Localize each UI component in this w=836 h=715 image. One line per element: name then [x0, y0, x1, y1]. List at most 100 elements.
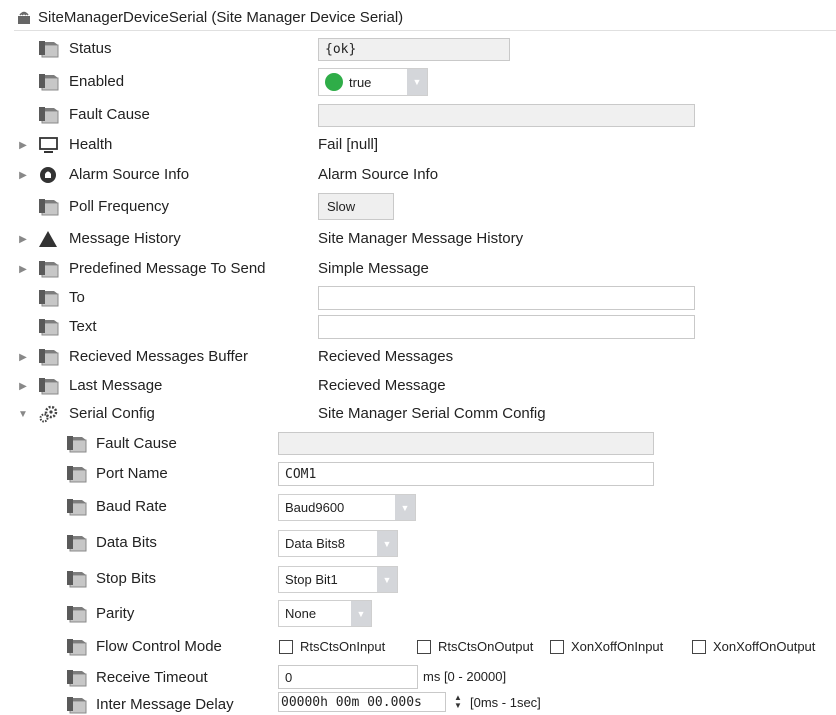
row-stop-bits: Stop Bits Stop Bit1 ▼ — [0, 561, 836, 597]
parity-select[interactable]: None ▼ — [278, 600, 372, 627]
expand-icon[interactable]: ▶ — [17, 139, 29, 151]
slot-icon — [66, 570, 88, 588]
rtscts-on-input-checkbox[interactable]: RtsCtsOnInput — [279, 639, 385, 654]
data-bits-value: Data Bits8 — [285, 536, 345, 551]
spinner-arrows-icon[interactable]: ▲ ▼ — [452, 694, 464, 710]
text-input[interactable] — [318, 315, 695, 339]
last-message-value: Recieved Message — [318, 377, 446, 394]
checkbox-label: RtsCtsOnInput — [300, 639, 386, 654]
expand-icon[interactable]: ▶ — [17, 169, 29, 181]
slot-icon — [66, 498, 88, 516]
alarm-icon — [40, 167, 56, 183]
slot-icon — [38, 377, 60, 395]
checkbox-label: RtsCtsOnOutput — [438, 639, 534, 654]
inter-message-delay-label: Inter Message Delay — [96, 696, 234, 713]
warning-icon — [39, 231, 57, 247]
expand-icon[interactable]: ▶ — [17, 263, 29, 275]
inter-message-delay-range: [0ms - 1sec] — [470, 695, 541, 710]
data-bits-select[interactable]: Data Bits8 ▼ — [278, 530, 398, 557]
row-inter-message-delay: Inter Message Delay 00000h 00m 00.000s ▲… — [0, 691, 836, 715]
device-icon — [18, 11, 30, 24]
alarm-source-label: Alarm Source Info — [69, 166, 190, 183]
stop-bits-label: Stop Bits — [96, 570, 157, 587]
alarm-source-value: Alarm Source Info — [318, 166, 439, 183]
expand-icon[interactable]: ▶ — [17, 351, 29, 363]
enabled-label: Enabled — [69, 73, 125, 90]
page-title: SiteManagerDeviceSerial (Site Manager De… — [38, 8, 404, 26]
slot-icon — [66, 669, 88, 687]
stop-bits-value: Stop Bit1 — [285, 572, 338, 587]
row-receive-timeout: Receive Timeout 0 ms [0 - 20000] — [0, 663, 836, 691]
serial-fault-cause-label: Fault Cause — [96, 435, 177, 452]
row-port-name: Port Name COM1 — [0, 459, 836, 489]
inter-message-delay-input[interactable]: 00000h 00m 00.000s — [278, 692, 446, 712]
slot-icon — [66, 435, 88, 453]
baud-rate-label: Baud Rate — [96, 498, 167, 515]
slot-icon — [66, 696, 88, 714]
row-received-buffer: ▶ Recieved Messages Buffer Recieved Mess… — [0, 342, 836, 372]
poll-frequency-field[interactable]: Slow — [318, 193, 394, 220]
predefined-message-label: Predefined Message To Send — [69, 260, 266, 277]
xonxoff-on-input-checkbox[interactable]: XonXoffOnInput — [550, 639, 663, 654]
stop-bits-select[interactable]: Stop Bit1 ▼ — [278, 566, 398, 593]
chevron-down-icon[interactable]: ▼ — [376, 531, 397, 556]
header-divider — [14, 30, 836, 31]
row-message-history: ▶ Message History Site Manager Message H… — [0, 224, 836, 254]
row-flow-control: Flow Control Mode RtsCtsOnInput RtsCtsOn… — [0, 631, 836, 663]
slot-icon — [38, 198, 60, 216]
row-to: To — [0, 284, 836, 313]
expand-icon[interactable]: ▶ — [17, 380, 29, 392]
last-message-label: Last Message — [69, 377, 163, 394]
slot-icon — [38, 260, 60, 278]
chevron-down-icon[interactable]: ▼ — [394, 495, 415, 520]
serial-config-label: Serial Config — [69, 405, 155, 422]
row-parity: Parity None ▼ — [0, 597, 836, 631]
rtscts-on-output-checkbox[interactable]: RtsCtsOnOutput — [417, 639, 533, 654]
poll-frequency-label: Poll Frequency — [69, 198, 170, 215]
baud-rate-value: Baud9600 — [285, 500, 345, 515]
chevron-down-icon[interactable]: ▼ — [350, 601, 371, 626]
row-predefined-message: ▶ Predefined Message To Send Simple Mess… — [0, 254, 836, 284]
slot-icon — [38, 348, 60, 366]
received-buffer-label: Recieved Messages Buffer — [69, 348, 248, 365]
slot-icon — [66, 605, 88, 623]
health-value: Fail [null] — [318, 136, 379, 153]
xonxoff-on-output-checkbox[interactable]: XonXoffOnOutput — [692, 639, 815, 654]
row-text: Text — [0, 313, 836, 342]
status-label: Status — [69, 40, 112, 57]
slot-icon — [38, 40, 60, 58]
health-label: Health — [69, 136, 113, 153]
row-serial-fault-cause: Fault Cause — [0, 429, 836, 459]
slot-icon — [38, 318, 60, 336]
serial-fault-cause-field — [278, 432, 654, 455]
chevron-down-icon[interactable]: ▼ — [406, 69, 427, 95]
predefined-message-value: Simple Message — [318, 260, 429, 277]
enabled-select[interactable]: true ▼ — [318, 68, 428, 96]
baud-rate-select[interactable]: Baud9600 ▼ — [278, 494, 416, 521]
parity-value: None — [285, 606, 317, 621]
monitor-icon — [39, 137, 58, 153]
status-field: {ok} — [318, 38, 510, 61]
port-name-input[interactable]: COM1 — [278, 462, 654, 486]
row-baud-rate: Baud Rate Baud9600 ▼ — [0, 489, 836, 525]
flow-control-label: Flow Control Mode — [96, 638, 222, 655]
slot-icon — [38, 73, 60, 91]
chevron-down-icon[interactable]: ▼ — [376, 567, 397, 592]
header: SiteManagerDeviceSerial (Site Manager De… — [16, 6, 403, 28]
slot-icon — [38, 289, 60, 307]
expand-icon[interactable]: ▶ — [17, 233, 29, 245]
row-health: ▶ Health Fail [null] — [0, 130, 836, 160]
row-last-message: ▶ Last Message Recieved Message — [0, 372, 836, 400]
receive-timeout-input[interactable]: 0 — [278, 665, 418, 689]
row-enabled: Enabled true ▼ — [0, 64, 836, 100]
to-input[interactable] — [318, 286, 695, 310]
fault-cause-label: Fault Cause — [69, 106, 150, 123]
slot-icon — [66, 638, 88, 656]
port-name-label: Port Name — [96, 465, 168, 482]
data-bits-label: Data Bits — [96, 534, 157, 551]
row-alarm-source-info: ▶ Alarm Source Info Alarm Source Info — [0, 160, 836, 190]
slot-icon — [38, 106, 60, 124]
message-history-value: Site Manager Message History — [318, 230, 524, 247]
collapse-icon[interactable]: ▼ — [17, 408, 29, 420]
row-fault-cause: Fault Cause — [0, 100, 836, 130]
